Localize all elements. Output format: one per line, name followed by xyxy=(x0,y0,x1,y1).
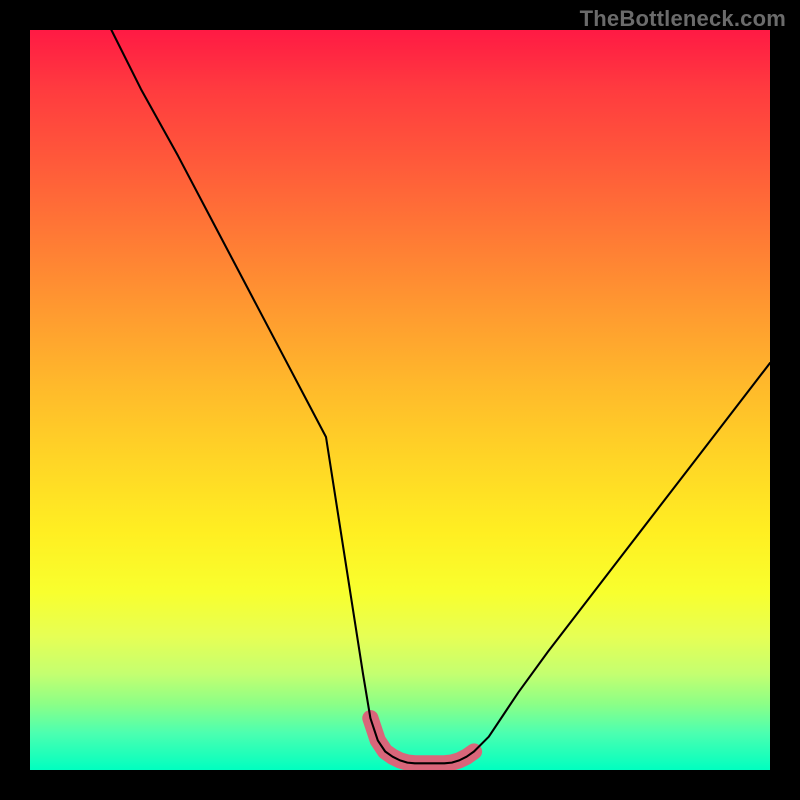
watermark-text: TheBottleneck.com xyxy=(580,6,786,32)
curve-main xyxy=(111,30,770,763)
plot-area xyxy=(30,30,770,770)
curve-thick-base xyxy=(370,718,474,763)
chart-frame: TheBottleneck.com xyxy=(0,0,800,800)
curve-svg xyxy=(30,30,770,770)
